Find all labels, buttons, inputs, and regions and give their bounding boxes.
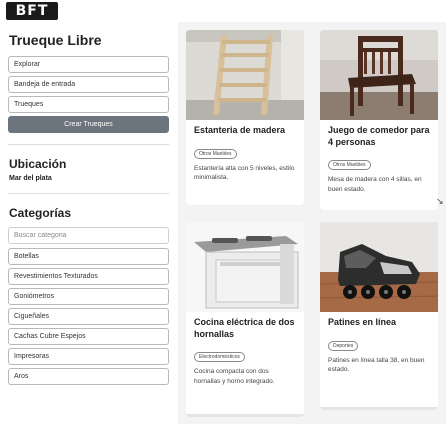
sidebar-title: Trueque Libre — [9, 32, 102, 48]
item-description: Mesa de madera con 4 sillas, en buen est… — [328, 176, 422, 193]
nav-trueques-button[interactable]: Trueques — [8, 96, 169, 113]
dining-chair-icon — [320, 30, 438, 120]
category-badge: Electrodomésticos — [194, 352, 245, 363]
divider — [8, 144, 169, 145]
top-bar: BFT — [0, 0, 446, 22]
category-search-input[interactable] — [8, 227, 169, 244]
location-title: Ubicación — [9, 157, 67, 171]
item-card[interactable]: Cocina eléctrica de dos hornallas Electr… — [186, 222, 304, 417]
create-trueque-button[interactable]: Crear Trueques — [8, 116, 169, 133]
item-title[interactable]: Estanteria de madera — [194, 125, 296, 137]
item-title[interactable]: Patines en línea — [328, 317, 430, 329]
category-item-goniometros[interactable]: Goniómetros — [8, 288, 169, 305]
item-card[interactable]: Estanteria de madera Otros Muebles Estan… — [186, 30, 304, 205]
brand-logo[interactable]: BFT — [6, 2, 58, 20]
wooden-shelf-image — [186, 30, 304, 120]
sidebar: Trueque Libre Explorar Bandeja de entrad… — [0, 22, 178, 424]
mouse-cursor-icon: ↘ — [436, 196, 444, 206]
dining-chair-image — [320, 30, 438, 120]
inline-skates-icon — [320, 222, 438, 312]
item-title[interactable]: Cocina eléctrica de dos hornallas — [194, 317, 296, 340]
card-bottom-edge — [320, 407, 438, 410]
category-item-cachas[interactable]: Cachas Cubre Espejos — [8, 328, 169, 345]
divider — [8, 193, 169, 194]
category-item-ciguenales[interactable]: Cigueñales — [8, 308, 169, 325]
category-badge: Otros Muebles — [194, 148, 237, 159]
location-value: Mar del plata — [9, 175, 52, 182]
item-description: Patines en línea talla 38, en buen estad… — [328, 356, 425, 374]
item-card[interactable]: Juego de comedor para 4 personas Otros M… — [320, 30, 438, 210]
category-item-revestimientos[interactable]: Revestimientos Texturados — [8, 268, 169, 285]
item-title[interactable]: Juego de comedor para 4 personas — [328, 125, 430, 148]
category-badge: Deportes — [328, 340, 359, 351]
item-description: Estantería alta con 5 niveles, estilo mi… — [194, 164, 295, 182]
card-bottom-edge — [186, 414, 304, 417]
item-card[interactable]: Patines en línea Deportes Patines en lín… — [320, 222, 438, 410]
inline-skates-image — [320, 222, 438, 312]
nav-explorar-button[interactable]: Explorar — [8, 56, 169, 73]
category-item-impresoras[interactable]: Impresoras — [8, 348, 169, 365]
item-description: Cocina compacta con dos hornallas y horn… — [194, 368, 275, 385]
logo-text: BFT — [15, 3, 49, 19]
category-badge: Otros Muebles — [328, 160, 371, 171]
wooden-shelf-icon — [186, 30, 304, 120]
categories-title: Categorías — [9, 206, 72, 220]
category-item-botellas[interactable]: Botellas — [8, 248, 169, 265]
category-item-aros[interactable]: Aros — [8, 368, 169, 385]
nav-inbox-button[interactable]: Bandeja de entrada — [8, 76, 169, 93]
electric-stove-image — [186, 222, 304, 312]
item-grid: Estanteria de madera Otros Muebles Estan… — [178, 22, 446, 424]
electric-stove-icon — [186, 222, 304, 312]
